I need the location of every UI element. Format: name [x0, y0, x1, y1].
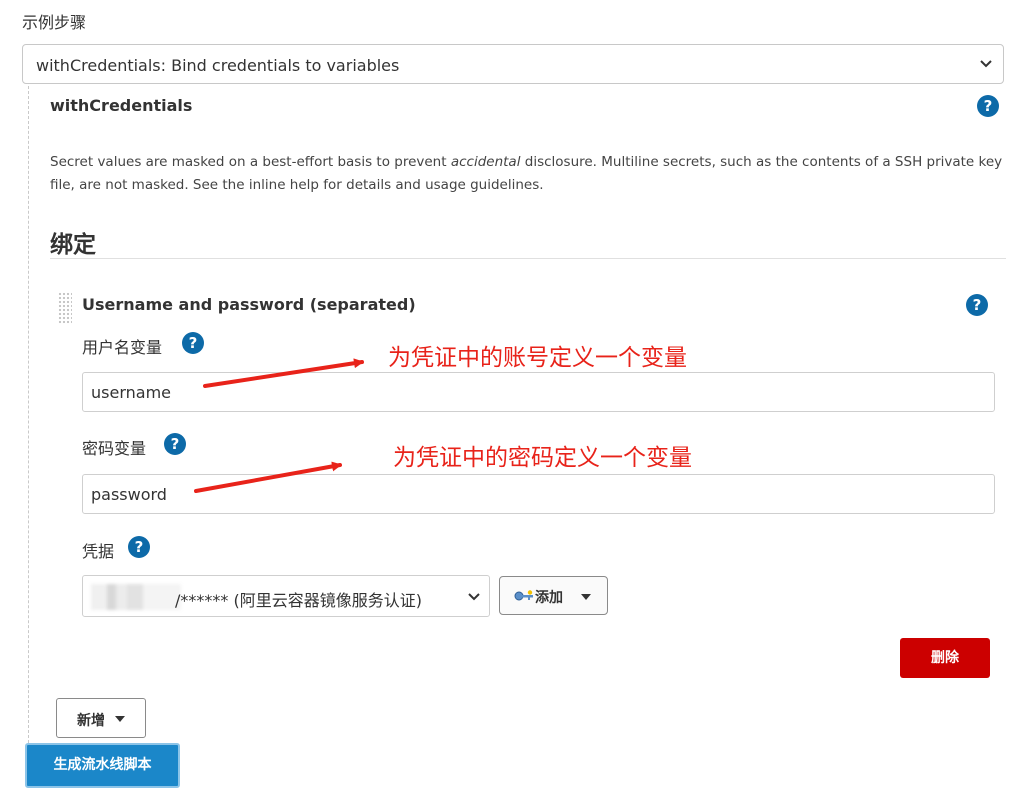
- help-icon[interactable]: ?: [182, 332, 204, 354]
- help-icon[interactable]: ?: [977, 95, 999, 117]
- username-variable-input[interactable]: [82, 372, 995, 412]
- bindings-heading: 绑定: [50, 232, 96, 258]
- binding-type-title: Username and password (separated): [82, 295, 416, 314]
- annotation-password-note: 为凭证中的密码定义一个变量: [393, 445, 692, 471]
- with-credentials-description: Secret values are masked on a best-effor…: [50, 154, 1003, 193]
- add-credential-button[interactable]: 添加: [499, 576, 608, 615]
- add-binding-button[interactable]: 新增: [56, 698, 146, 738]
- username-variable-label: 用户名变量: [82, 338, 163, 357]
- with-credentials-title: withCredentials: [50, 96, 193, 115]
- help-icon[interactable]: ?: [164, 433, 186, 455]
- help-icon[interactable]: ?: [128, 536, 150, 558]
- chevron-down-icon: [468, 593, 480, 601]
- key-icon: [514, 590, 533, 601]
- credentials-label: 凭据: [82, 542, 115, 561]
- delete-binding-button[interactable]: 删除: [900, 638, 990, 678]
- credentials-select[interactable]: /****** (阿里云容器镜像服务认证): [82, 575, 490, 617]
- drag-handle-icon[interactable]: [58, 292, 72, 324]
- password-variable-label: 密码变量: [82, 439, 147, 458]
- chevron-down-icon: [980, 60, 992, 68]
- credentials-select-value: /****** (阿里云容器镜像服务认证): [175, 591, 422, 610]
- add-binding-label: 新增: [77, 713, 105, 729]
- sample-step-select-value: withCredentials: Bind credentials to var…: [36, 56, 400, 75]
- sample-step-select[interactable]: withCredentials: Bind credentials to var…: [22, 44, 1004, 84]
- generate-pipeline-script-button[interactable]: 生成流水线脚本: [25, 743, 180, 788]
- password-variable-input[interactable]: [82, 474, 995, 514]
- annotation-username-note: 为凭证中的账号定义一个变量: [388, 345, 687, 371]
- add-credential-label: 添加: [535, 590, 563, 606]
- nesting-guide-line: [28, 86, 29, 748]
- caret-down-icon: [581, 594, 591, 600]
- redacted-blur: [91, 584, 181, 610]
- caret-down-icon: [115, 716, 125, 722]
- bindings-divider: [50, 258, 1006, 259]
- section-label-sample-step: 示例步骤: [22, 13, 87, 32]
- help-icon[interactable]: ?: [966, 294, 988, 316]
